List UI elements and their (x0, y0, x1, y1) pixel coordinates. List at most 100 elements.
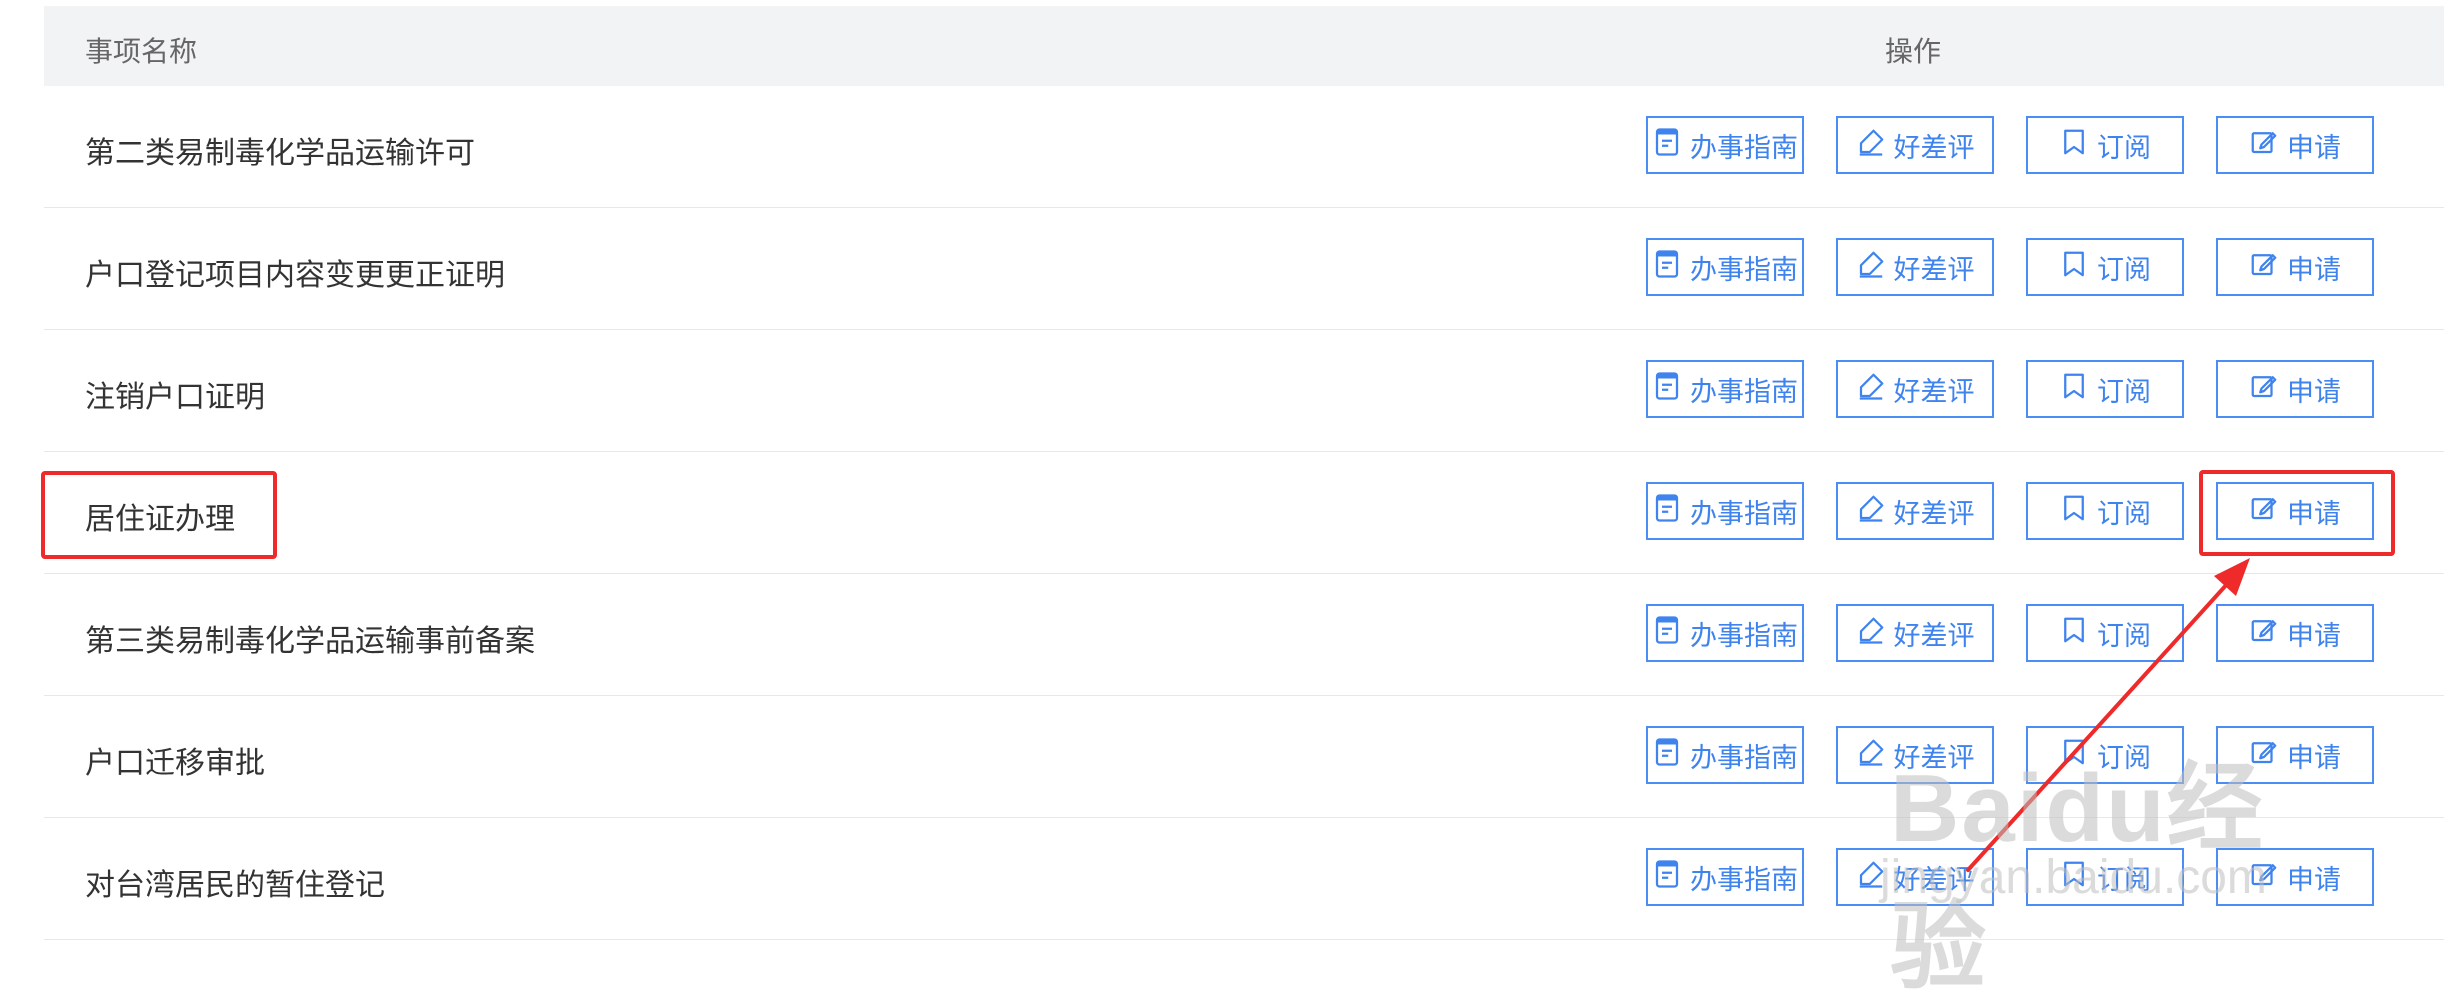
guide-button[interactable]: 办事指南 (1646, 360, 1804, 418)
document-icon (1652, 737, 1682, 774)
subscribe-label: 订阅 (2097, 620, 2151, 652)
apply-button[interactable]: 申请 (2216, 604, 2374, 662)
bookmark-icon (2059, 859, 2089, 896)
bookmark-icon (2059, 737, 2089, 774)
bookmark-icon (2059, 615, 2089, 652)
edit-icon (2249, 859, 2279, 896)
eraser-icon (1856, 615, 1886, 652)
guide-button[interactable]: 办事指南 (1646, 238, 1804, 296)
table-header: 事项名称 操作 (44, 6, 2444, 86)
apply-label: 申请 (2287, 376, 2341, 408)
subscribe-button[interactable]: 订阅 (2026, 360, 2184, 418)
review-label: 好差评 (1893, 132, 1975, 164)
table-body: 第二类易制毒化学品运输许可 办事指南 好差评 订阅 申请 户口登记项目内容变更更… (44, 86, 2444, 940)
table-row: 对台湾居民的暂住登记 办事指南 好差评 订阅 申请 (44, 818, 2444, 940)
guide-label: 办事指南 (1690, 742, 1798, 774)
edit-icon (2249, 371, 2279, 408)
header-operations: 操作 (1885, 35, 1942, 68)
table-row: 户口迁移审批 办事指南 好差评 订阅 申请 (44, 696, 2444, 818)
document-icon (1652, 493, 1682, 530)
guide-label: 办事指南 (1690, 620, 1798, 652)
review-button[interactable]: 好差评 (1836, 604, 1994, 662)
item-name[interactable]: 户口迁移审批 (85, 738, 265, 782)
apply-label: 申请 (2287, 864, 2341, 896)
subscribe-label: 订阅 (2097, 864, 2151, 896)
eraser-icon (1856, 737, 1886, 774)
edit-icon (2249, 615, 2279, 652)
eraser-icon (1856, 127, 1886, 164)
review-button[interactable]: 好差评 (1836, 848, 1994, 906)
review-button[interactable]: 好差评 (1836, 726, 1994, 784)
item-name[interactable]: 注销户口证明 (85, 372, 265, 416)
eraser-icon (1856, 493, 1886, 530)
review-label: 好差评 (1893, 498, 1975, 530)
apply-button[interactable]: 申请 (2216, 726, 2374, 784)
apply-label: 申请 (2287, 132, 2341, 164)
edit-icon (2249, 737, 2279, 774)
document-icon (1652, 249, 1682, 286)
bookmark-icon (2059, 249, 2089, 286)
review-button[interactable]: 好差评 (1836, 360, 1994, 418)
item-name[interactable]: 第二类易制毒化学品运输许可 (85, 128, 475, 172)
subscribe-button[interactable]: 订阅 (2026, 116, 2184, 174)
guide-label: 办事指南 (1690, 498, 1798, 530)
item-name[interactable]: 对台湾居民的暂住登记 (85, 860, 385, 904)
apply-button[interactable]: 申请 (2216, 848, 2374, 906)
edit-icon (2249, 493, 2279, 530)
apply-button[interactable]: 申请 (2216, 360, 2374, 418)
bookmark-icon (2059, 127, 2089, 164)
document-icon (1652, 371, 1682, 408)
guide-label: 办事指南 (1690, 254, 1798, 286)
eraser-icon (1856, 859, 1886, 896)
review-button[interactable]: 好差评 (1836, 116, 1994, 174)
guide-button[interactable]: 办事指南 (1646, 604, 1804, 662)
table-row: 第二类易制毒化学品运输许可 办事指南 好差评 订阅 申请 (44, 86, 2444, 208)
bookmark-icon (2059, 493, 2089, 530)
review-label: 好差评 (1893, 864, 1975, 896)
subscribe-label: 订阅 (2097, 132, 2151, 164)
eraser-icon (1856, 371, 1886, 408)
guide-button[interactable]: 办事指南 (1646, 848, 1804, 906)
document-icon (1652, 859, 1682, 896)
table-row: 第三类易制毒化学品运输事前备案 办事指南 好差评 订阅 申请 (44, 574, 2444, 696)
table-row: 注销户口证明 办事指南 好差评 订阅 申请 (44, 330, 2444, 452)
apply-label: 申请 (2287, 254, 2341, 286)
apply-label: 申请 (2287, 742, 2341, 774)
subscribe-button[interactable]: 订阅 (2026, 238, 2184, 296)
subscribe-button[interactable]: 订阅 (2026, 482, 2184, 540)
subscribe-label: 订阅 (2097, 254, 2151, 286)
subscribe-label: 订阅 (2097, 742, 2151, 774)
apply-label: 申请 (2287, 498, 2341, 530)
apply-button[interactable]: 申请 (2216, 482, 2374, 540)
subscribe-button[interactable]: 订阅 (2026, 604, 2184, 662)
item-name[interactable]: 户口登记项目内容变更更正证明 (85, 250, 505, 294)
apply-button[interactable]: 申请 (2216, 238, 2374, 296)
subscribe-label: 订阅 (2097, 376, 2151, 408)
edit-icon (2249, 249, 2279, 286)
review-label: 好差评 (1893, 620, 1975, 652)
subscribe-button[interactable]: 订阅 (2026, 726, 2184, 784)
subscribe-button[interactable]: 订阅 (2026, 848, 2184, 906)
review-label: 好差评 (1893, 376, 1975, 408)
apply-button[interactable]: 申请 (2216, 116, 2374, 174)
review-button[interactable]: 好差评 (1836, 238, 1994, 296)
guide-button[interactable]: 办事指南 (1646, 726, 1804, 784)
guide-label: 办事指南 (1690, 376, 1798, 408)
table-row: 居住证办理 办事指南 好差评 订阅 申请 (44, 452, 2444, 574)
review-label: 好差评 (1893, 742, 1975, 774)
guide-button[interactable]: 办事指南 (1646, 116, 1804, 174)
services-table: 事项名称 操作 第二类易制毒化学品运输许可 办事指南 好差评 订阅 申请 户口登… (44, 6, 2444, 940)
item-name[interactable]: 居住证办理 (85, 494, 235, 538)
eraser-icon (1856, 249, 1886, 286)
bookmark-icon (2059, 371, 2089, 408)
review-label: 好差评 (1893, 254, 1975, 286)
item-name[interactable]: 第三类易制毒化学品运输事前备案 (85, 616, 535, 660)
document-icon (1652, 615, 1682, 652)
document-icon (1652, 127, 1682, 164)
guide-button[interactable]: 办事指南 (1646, 482, 1804, 540)
subscribe-label: 订阅 (2097, 498, 2151, 530)
apply-label: 申请 (2287, 620, 2341, 652)
table-row: 户口登记项目内容变更更正证明 办事指南 好差评 订阅 申请 (44, 208, 2444, 330)
review-button[interactable]: 好差评 (1836, 482, 1994, 540)
guide-label: 办事指南 (1690, 864, 1798, 896)
